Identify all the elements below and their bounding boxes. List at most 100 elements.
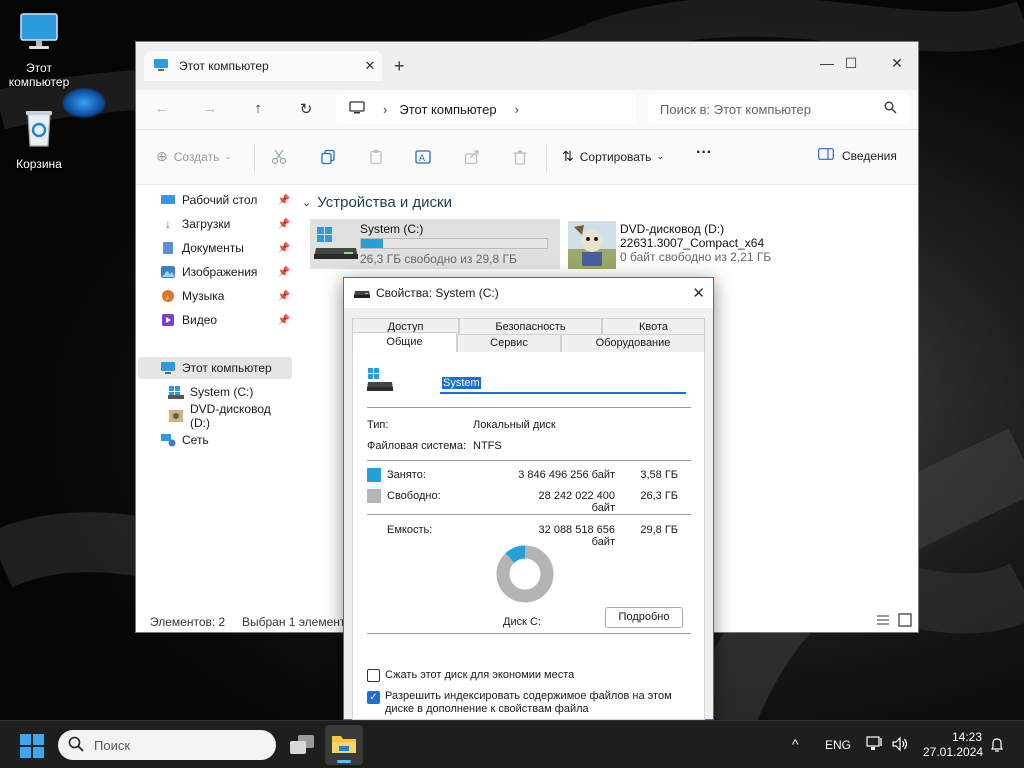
cut-icon[interactable]	[267, 147, 291, 167]
status-items-count: Элементов: 2	[150, 615, 226, 629]
tray-overflow-chevron-icon[interactable]: ^	[792, 736, 799, 752]
nav-label: Загрузки	[182, 217, 231, 231]
folder-icon	[332, 736, 356, 753]
clock-time[interactable]: 14:23	[952, 730, 982, 744]
volume-name-selected: System	[442, 377, 481, 389]
nav-item-music[interactable]: ♪ Музыка 📌	[136, 285, 294, 307]
copy-icon[interactable]	[316, 147, 340, 167]
share-icon[interactable]	[460, 147, 484, 167]
breadcrumb-chevron-icon[interactable]: ›	[383, 102, 387, 117]
nav-label: Документы	[182, 241, 244, 255]
pin-icon: 📌	[277, 266, 290, 278]
this-pc-icon	[153, 58, 169, 75]
group-title: Устройства и диски	[317, 194, 452, 211]
dialog-close-icon[interactable]: ✕	[692, 284, 705, 302]
nav-item-dvd-drive[interactable]: DVD-дисковод (D:)	[136, 402, 294, 430]
group-header-devices[interactable]: ⌄ Устройства и диски	[302, 194, 452, 211]
breadcrumb-chevron-icon[interactable]: ›	[515, 102, 519, 117]
separator	[367, 633, 691, 634]
network-status-icon[interactable]	[866, 736, 884, 755]
status-selected: Выбран 1 элемент	[242, 615, 346, 629]
notifications-bell-icon[interactable]	[989, 737, 1005, 756]
nav-item-downloads[interactable]: ↓ Загрузки 📌	[136, 213, 294, 235]
search-icon	[68, 736, 84, 755]
monitor-outline-icon	[349, 100, 365, 118]
index-label-line1: Разрешить индексировать содержимое файло…	[385, 690, 672, 702]
details-view-icon[interactable]	[876, 613, 890, 630]
desktop-recycle-bin[interactable]: Корзина	[1, 106, 77, 171]
refresh-icon[interactable]: ↻	[294, 100, 318, 118]
drive-name: DVD-дисковод (D:)	[620, 222, 725, 236]
rename-icon[interactable]: A	[412, 147, 436, 167]
drive-usage-fill	[361, 239, 384, 248]
pin-icon: 📌	[277, 314, 290, 326]
nav-item-documents[interactable]: Документы 📌	[136, 237, 294, 259]
nav-item-pictures[interactable]: Изображения 📌	[136, 261, 294, 283]
clock-date[interactable]: 27.01.2024	[923, 745, 983, 759]
monitor-icon	[1, 10, 77, 57]
filesystem-label: Файловая система:	[367, 440, 467, 452]
nav-label: Сеть	[182, 433, 209, 447]
new-tab-button[interactable]: +	[394, 56, 405, 77]
details-button[interactable]: Подробно	[605, 607, 683, 628]
desktop-icon-label-line2: компьютер	[8, 75, 70, 89]
nav-item-this-pc[interactable]: Этот компьютер	[138, 357, 292, 379]
index-checkbox[interactable]: ✓	[367, 691, 380, 704]
explorer-titlebar: Этот компьютер ✕ + — ☐ ✕	[136, 42, 918, 90]
tiles-view-icon[interactable]	[898, 613, 912, 630]
more-options-button[interactable]: ···	[696, 144, 712, 162]
search-placeholder: Поиск в: Этот компьютер	[660, 101, 811, 117]
taskbar-search-input[interactable]: Поиск	[58, 730, 276, 760]
delete-icon[interactable]	[508, 147, 532, 167]
compress-checkbox[interactable]	[367, 669, 380, 682]
network-icon	[160, 432, 176, 448]
drive-volume-label: 22631.3007_Compact_x64	[620, 236, 765, 250]
tab-this-pc[interactable]: Этот компьютер ✕	[144, 51, 382, 81]
disk-usage-donut	[496, 545, 554, 603]
tab-close-icon[interactable]: ✕	[358, 58, 382, 74]
drive-tile-system[interactable]: System (C:) 26,3 ГБ свободно из 29,8 ГБ	[310, 219, 560, 269]
tab-general[interactable]: Общие	[352, 332, 457, 352]
nav-label: DVD-дисковод (D:)	[190, 402, 271, 430]
tab-tools[interactable]: Сервис	[457, 334, 561, 352]
active-indicator	[337, 760, 351, 763]
pin-icon: 📌	[277, 218, 290, 230]
close-button[interactable]: ✕	[874, 48, 918, 78]
nav-label: Музыка	[182, 289, 225, 303]
drive-icon	[354, 286, 370, 301]
volume-icon[interactable]	[891, 736, 909, 755]
downloads-icon: ↓	[165, 217, 171, 231]
back-arrow-icon[interactable]: ←	[150, 100, 174, 117]
nav-item-system-drive[interactable]: System (C:)	[136, 381, 294, 403]
paste-icon[interactable]	[364, 147, 388, 167]
tab-hardware[interactable]: Оборудование	[561, 334, 705, 352]
start-button[interactable]	[20, 734, 44, 761]
desktop-icon-label: Корзина	[16, 157, 62, 171]
file-explorer-taskbar-button[interactable]	[325, 725, 363, 765]
create-new-button[interactable]: ⊕ Создать ⌄	[156, 148, 232, 165]
svg-text:A: A	[419, 153, 425, 163]
breadcrumb-this-pc[interactable]: Этот компьютер	[399, 102, 496, 117]
maximize-button[interactable]: ☐	[828, 48, 874, 78]
drive-tile-dvd[interactable]: DVD-дисковод (D:) 22631.3007_Compact_x64…	[566, 219, 816, 269]
language-indicator[interactable]: ENG	[825, 738, 851, 752]
nav-item-network[interactable]: Сеть	[136, 429, 294, 451]
used-space-swatch	[367, 468, 381, 482]
task-view-button[interactable]	[289, 734, 315, 759]
desktop-this-pc[interactable]: Этот компьютер	[1, 10, 77, 89]
dialog-titlebar: Свойства: System (C:) ✕	[344, 278, 713, 308]
details-pane-button[interactable]: Сведения	[818, 148, 897, 163]
nav-label: Видео	[182, 313, 218, 327]
search-input[interactable]: Поиск в: Этот компьютер	[648, 94, 909, 124]
sort-button[interactable]: ⇅ Сортировать ⌄	[562, 148, 664, 165]
pin-icon: 📌	[277, 242, 290, 254]
forward-arrow-icon[interactable]: →	[198, 100, 222, 117]
nav-item-videos[interactable]: Видео 📌	[136, 309, 294, 331]
address-field[interactable]: › Этот компьютер ›	[336, 94, 636, 124]
used-label: Занято:	[387, 469, 426, 481]
pictures-icon	[160, 264, 176, 280]
up-arrow-icon[interactable]: ↑	[246, 100, 270, 117]
this-pc-icon	[160, 360, 176, 376]
nav-label: Этот компьютер	[182, 361, 272, 375]
nav-item-desktop[interactable]: Рабочий стол 📌	[136, 189, 294, 211]
